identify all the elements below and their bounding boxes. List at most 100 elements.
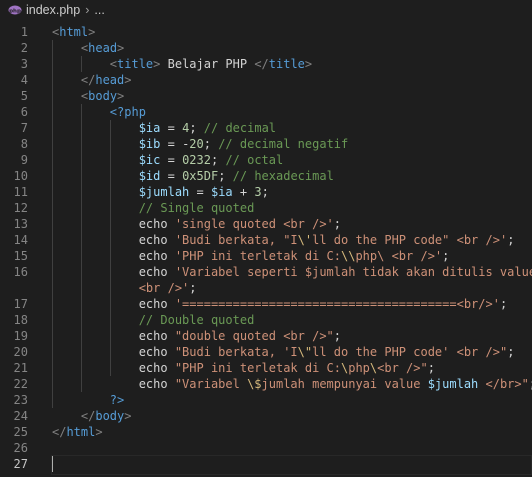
code-token: </br>"	[478, 377, 529, 391]
code-line[interactable]: 2 <head>	[0, 40, 532, 56]
chevron-right-icon: ›	[85, 3, 90, 17]
code-text: $ic = 0232; // octal	[52, 152, 284, 168]
code-text: ?>	[52, 392, 124, 408]
code-line[interactable]: 21 echo "PHP ini terletak di C:\php\<br …	[0, 360, 532, 376]
code-token: ;	[499, 297, 508, 311]
code-text: echo 'single quoted <br />';	[52, 216, 341, 232]
code-text: <br />';	[52, 280, 197, 296]
code-token: // decimal negatif	[218, 137, 349, 151]
current-line-highlight	[51, 455, 532, 475]
code-token: body	[95, 409, 125, 423]
code-line[interactable]: 18 // Double quoted	[0, 312, 532, 328]
code-editor[interactable]: 1 <html> 2 <head> 3 <title> Belajar PHP </t…	[0, 20, 532, 477]
code-token: 0232	[182, 153, 211, 167]
code-text: <html>	[52, 24, 95, 40]
line-number: 9	[20, 153, 28, 167]
line-number: 2	[20, 41, 28, 55]
code-line[interactable]: 9 $ic = 0232; // octal	[0, 152, 532, 168]
code-text: echo 'Budi berkata, "I\'ll do the PHP co…	[52, 232, 515, 248]
code-line[interactable]: 17 echo '===============================…	[0, 296, 532, 312]
code-token: =	[160, 121, 183, 135]
code-line[interactable]: 15 echo 'PHP ini terletak di C:\\php\ <b…	[0, 248, 532, 264]
code-line[interactable]: 4 </head>	[0, 72, 532, 88]
code-token: $id	[138, 169, 161, 183]
code-token: >	[88, 25, 96, 39]
code-token: </	[80, 409, 96, 423]
code-token: $ia	[210, 185, 233, 199]
code-token: ;	[218, 169, 233, 183]
code-token: ;	[210, 153, 226, 167]
code-line[interactable]: 16 echo 'Variabel seperti $jumlah tidak …	[0, 264, 532, 280]
code-line[interactable]: 1 <html>	[0, 24, 532, 40]
code-token: // octal	[225, 153, 284, 167]
code-line[interactable]: 22 echo "Variabel \$jumlah mempunyai val…	[0, 376, 532, 392]
code-line[interactable]: 14 echo 'Budi berkata, "I\'ll do the PHP…	[0, 232, 532, 248]
line-number: 6	[20, 105, 28, 119]
line-number: 14	[13, 233, 28, 247]
code-token: echo	[52, 345, 175, 359]
code-token: ;	[333, 217, 342, 231]
breadcrumb-file[interactable]: index.php	[26, 3, 80, 17]
code-token: echo	[52, 329, 175, 343]
code-token: ;	[427, 361, 435, 375]
code-token: html	[59, 25, 89, 39]
code-token: php\ <br />'	[355, 249, 443, 263]
code-token: echo	[52, 233, 175, 247]
code-line[interactable]: 19 echo "double quoted <br />";	[0, 328, 532, 344]
code-token: $ia	[138, 121, 161, 135]
code-token: ?>	[109, 393, 125, 407]
code-line[interactable]: 6 <?php	[0, 104, 532, 120]
line-number: 25	[13, 425, 28, 439]
code-line[interactable]: 10 $id = 0x5DF; // hexadecimal	[0, 168, 532, 184]
line-number: 4	[20, 73, 28, 87]
code-token: ll do the PHP code' <br />"	[312, 345, 508, 359]
code-line[interactable]: 25 </html>	[0, 424, 532, 440]
code-token: title	[117, 57, 154, 71]
code-token: 'Variabel seperti $jumlah tidak akan dit…	[174, 265, 532, 279]
code-token: ;	[442, 249, 450, 263]
code-line[interactable]: 8 $ib = -20; // decimal negatif	[0, 136, 532, 152]
code-token: >	[124, 73, 132, 87]
code-token: 3	[254, 185, 262, 199]
code-line[interactable]: 24 </body>	[0, 408, 532, 424]
code-token: <?php	[109, 105, 146, 119]
breadcrumb-symbol[interactable]: ...	[94, 3, 104, 17]
code-token: $ib	[138, 137, 161, 151]
code-token: 'single quoted <br />'	[174, 217, 334, 231]
indent-guide	[80, 56, 82, 72]
code-text: $id = 0x5DF; // hexadecimal	[52, 168, 334, 184]
code-token: \$	[247, 377, 262, 391]
line-number: 10	[13, 169, 28, 183]
code-token: ;	[189, 121, 204, 135]
code-line[interactable]: 23 ?>	[0, 392, 532, 408]
code-token: $ic	[138, 153, 161, 167]
code-token: >	[117, 41, 125, 55]
code-token: =	[189, 185, 211, 199]
code-line[interactable]: 5 <body>	[0, 88, 532, 104]
code-line[interactable]: 13 echo 'single quoted <br />';	[0, 216, 532, 232]
code-line[interactable]: 3 <title> Belajar PHP </title>	[0, 56, 532, 72]
code-line[interactable]: 27	[0, 455, 532, 475]
code-line[interactable]: 7 $ia = 4; // decimal	[0, 120, 532, 136]
code-line[interactable]: 26	[0, 440, 532, 456]
breadcrumb[interactable]: php index.php › ...	[0, 0, 532, 20]
code-line[interactable]: 12 // Single quoted	[0, 200, 532, 216]
code-line[interactable]: 11 $jumlah = $ia + 3;	[0, 184, 532, 200]
code-token: html	[66, 425, 96, 439]
code-line[interactable]: <br />';	[0, 280, 532, 296]
code-token: ll do the PHP code" <br />'	[312, 233, 508, 247]
code-text: <body>	[52, 88, 124, 104]
code-token: $jumlah	[427, 377, 479, 391]
code-token: ;	[507, 233, 515, 247]
line-number: 15	[13, 249, 28, 263]
code-line[interactable]: 20 echo "Budi berkata, 'I\"ll do the PHP…	[0, 344, 532, 360]
line-number: 12	[13, 201, 28, 215]
code-text: // Double quoted	[52, 312, 255, 328]
